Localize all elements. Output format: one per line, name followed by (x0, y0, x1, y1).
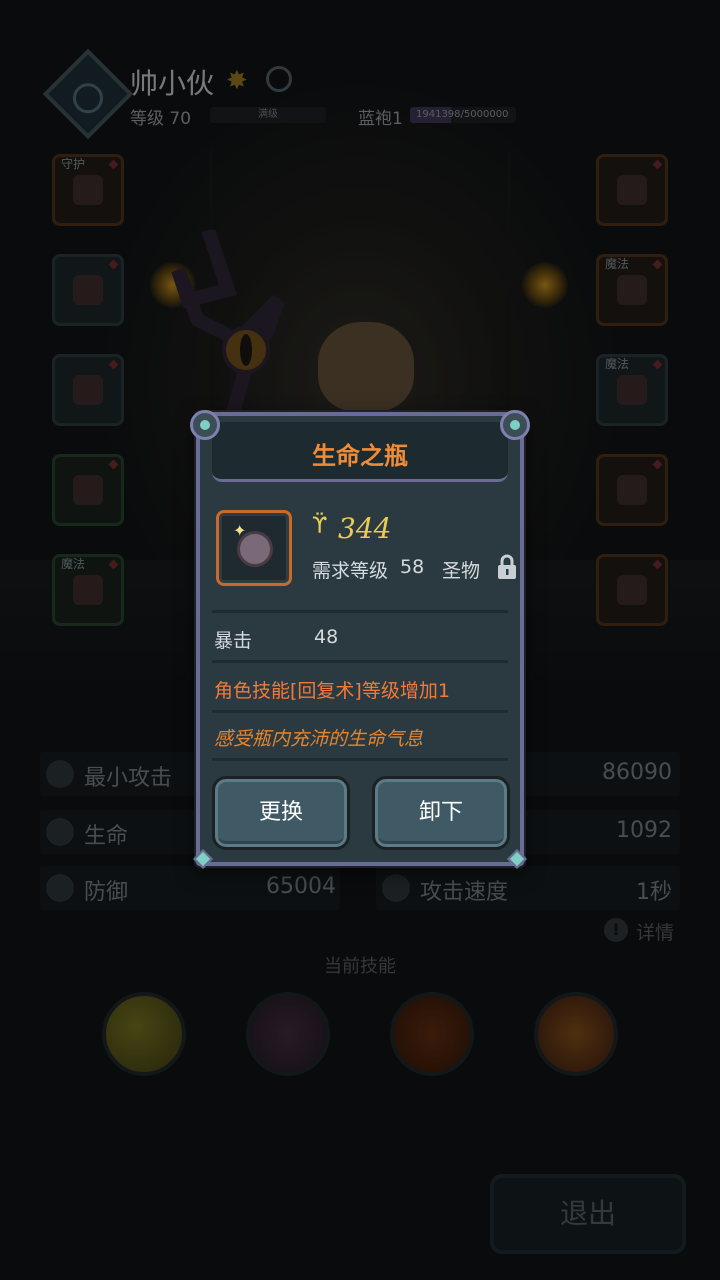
divider (212, 660, 508, 663)
requirement-value: 58 (400, 556, 425, 578)
sparkle-icon: ✦ (233, 521, 247, 540)
requirement-label: 需求等级 (312, 560, 389, 582)
item-detail-modal: 生命之瓶 ✦ ϔ 344 需求等级 58 圣物 暴击 48 角色技能[回复术]等… (190, 410, 530, 869)
item-power: 344 (338, 512, 392, 545)
item-title: 生命之瓶 (312, 442, 408, 470)
item-icon-frame: ✦ (216, 510, 292, 586)
corner-ornament-icon (500, 410, 530, 440)
corner-ornament-icon (190, 410, 220, 440)
skill-effect-text: 角色技能[回复术]等级增加1 (214, 680, 450, 702)
divider (212, 610, 508, 613)
divider (212, 758, 508, 761)
item-stat-name: 暴击 (214, 630, 253, 652)
lock-icon[interactable] (496, 554, 518, 580)
divider (212, 710, 508, 713)
item-rarity: 圣物 (442, 560, 481, 582)
modal-title-bar: 生命之瓶 (212, 422, 508, 482)
power-icon: ϔ (312, 514, 328, 539)
flavor-text: 感受瓶内充沛的生命气息 (214, 728, 424, 750)
item-stat-value: 48 (314, 626, 339, 648)
unequip-button[interactable]: 卸下 (372, 776, 510, 850)
replace-button[interactable]: 更换 (212, 776, 350, 850)
